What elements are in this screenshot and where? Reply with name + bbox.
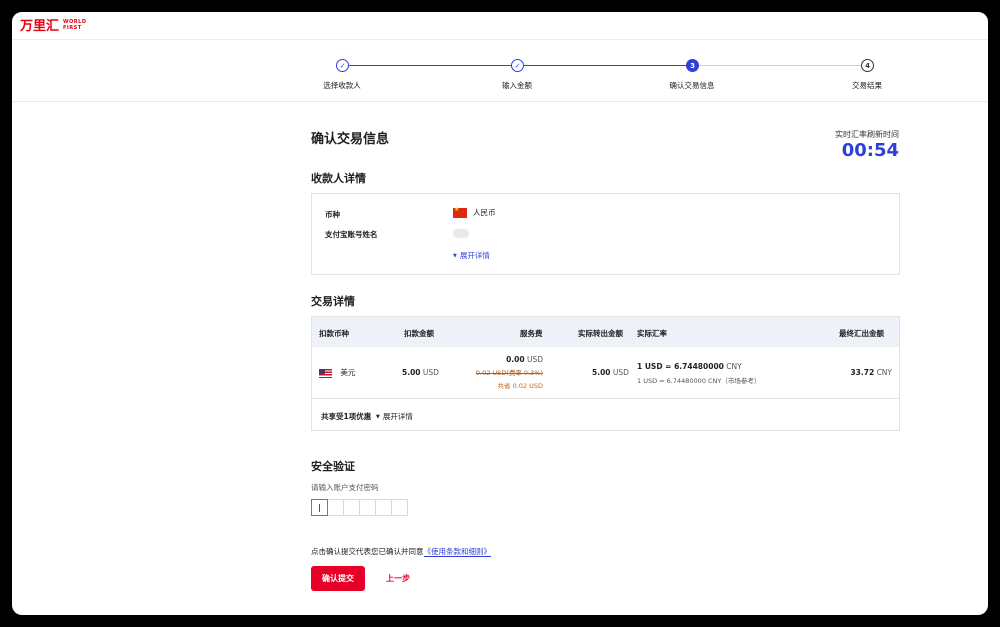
rate-refresh-countdown: 00:54 xyxy=(841,140,899,161)
progress-stepper: ✓ ✓ 3 4 选择收款人 输入金额 确认交易信息 交易结果 xyxy=(12,40,988,102)
debit-amount-cell: 5.00 USD xyxy=(402,368,439,377)
step-2-check-icon: ✓ xyxy=(511,59,524,72)
previous-step-button[interactable]: 上一步 xyxy=(386,573,410,584)
table-header: 扣款币种 扣款金额 服务费 实际转出金额 实际汇率 最终汇出金额 xyxy=(312,317,899,347)
transaction-table: 扣款币种 扣款金额 服务费 实际转出金额 实际汇率 最终汇出金额 美元 5.00… xyxy=(311,316,900,431)
discount-expand-details-link[interactable]: ▼ 展开详情 xyxy=(376,411,413,422)
step-connector-1 xyxy=(342,65,517,66)
transaction-section-title: 交易详情 xyxy=(311,295,355,308)
debit-currency-cell: 美元 xyxy=(319,367,355,378)
password-digit-1[interactable] xyxy=(311,499,328,516)
col-actual-rate: 实际汇率 xyxy=(637,329,667,338)
top-bar: 万里汇 WORLD FIRST xyxy=(12,12,988,40)
payee-details-box: 币种 人民币 支付宝账号姓名 ▼ 展开详情 xyxy=(311,193,900,275)
terms-link[interactable]: 《使用条款和细则》 xyxy=(423,547,491,557)
market-reference-rate: 1 USD = 6.74480000 CNY（市场参考） xyxy=(637,377,761,385)
caret-down-icon: ▼ xyxy=(453,252,457,259)
china-flag-icon xyxy=(453,206,467,218)
currency-value: 人民币 xyxy=(453,206,496,218)
payee-section-title: 收款人详情 xyxy=(311,172,366,185)
step-1-check-icon: ✓ xyxy=(336,59,349,72)
fee-saving: 共省 0.02 USD xyxy=(497,382,544,390)
payee-expand-details-link[interactable]: ▼ 展开详情 xyxy=(453,250,490,261)
discount-expand-details-text: 展开详情 xyxy=(382,412,413,421)
step-4-label: 交易结果 xyxy=(852,81,882,90)
password-digit-3[interactable] xyxy=(343,499,360,516)
step-3-label: 确认交易信息 xyxy=(669,81,715,90)
agreement-text: 点击确认提交代表您已确认并同意《使用条款和细则》 xyxy=(311,547,491,557)
step-connector-3 xyxy=(692,65,867,66)
password-digit-4[interactable] xyxy=(359,499,376,516)
col-service-fee: 服务费 xyxy=(520,329,543,338)
rate-refresh-label: 实时汇率刷新时间 xyxy=(835,130,899,139)
currency-label: 币种 xyxy=(325,210,340,219)
step-2-label: 输入金额 xyxy=(502,81,532,90)
alipay-account-name-label: 支付宝账号姓名 xyxy=(325,230,378,239)
text-cursor xyxy=(319,504,320,512)
confirm-submit-button[interactable]: 确认提交 xyxy=(311,566,365,591)
discount-count: 共享受1项优惠 xyxy=(321,412,372,421)
security-section-title: 安全验证 xyxy=(311,460,355,473)
step-4-number: 4 xyxy=(861,59,874,72)
step-connector-2 xyxy=(517,65,692,66)
col-final-amount: 最终汇出金额 xyxy=(839,329,884,338)
actual-out-amount-cell: 5.00 USD xyxy=(592,368,629,377)
logo-cn-text: 万里汇 xyxy=(20,19,60,34)
payment-password-input[interactable] xyxy=(311,499,408,516)
payee-expand-details-text: 展开详情 xyxy=(459,251,490,260)
password-digit-2[interactable] xyxy=(327,499,344,516)
col-actual-out-amount: 实际转出金额 xyxy=(578,329,623,338)
actual-rate-cell: 1 USD = 6.74480000 CNY 1 USD = 6.7448000… xyxy=(637,362,761,385)
col-debit-amount: 扣款金额 xyxy=(404,329,434,338)
password-digit-5[interactable] xyxy=(375,499,392,516)
main-window: 万里汇 WORLD FIRST ✓ ✓ 3 4 选择收款人 输入金额 确认交易信… xyxy=(12,12,988,615)
alipay-account-name-value xyxy=(453,229,469,238)
page-title: 确认交易信息 xyxy=(311,132,390,147)
password-hint: 请输入账户支付密码 xyxy=(311,483,379,492)
worldfirst-logo[interactable]: 万里汇 WORLD FIRST xyxy=(20,15,87,35)
discount-footer: 共享受1项优惠 ▼ 展开详情 xyxy=(312,400,899,430)
service-fee-cell: 0.00 USD 0.02 USD(费率 0.3%) 共省 0.02 USD xyxy=(475,355,544,390)
table-row: 美元 5.00 USD 0.00 USD 0.02 USD(费率 0.3%) 共… xyxy=(312,347,899,399)
debit-currency-text: 美元 xyxy=(340,368,356,377)
step-3-number: 3 xyxy=(686,59,699,72)
final-amount-cell: 33.72 CNY xyxy=(850,368,892,377)
fee-original: 0.02 USD(费率 0.3%) xyxy=(475,369,543,377)
caret-down-icon: ▼ xyxy=(376,413,380,420)
logo-en-text: WORLD FIRST xyxy=(63,18,87,31)
us-flag-icon xyxy=(319,368,332,378)
password-digit-6[interactable] xyxy=(391,499,408,516)
masked-name xyxy=(453,229,469,238)
col-debit-currency: 扣款币种 xyxy=(319,329,349,338)
currency-value-text: 人民币 xyxy=(473,208,496,217)
step-1-label: 选择收款人 xyxy=(323,81,361,90)
